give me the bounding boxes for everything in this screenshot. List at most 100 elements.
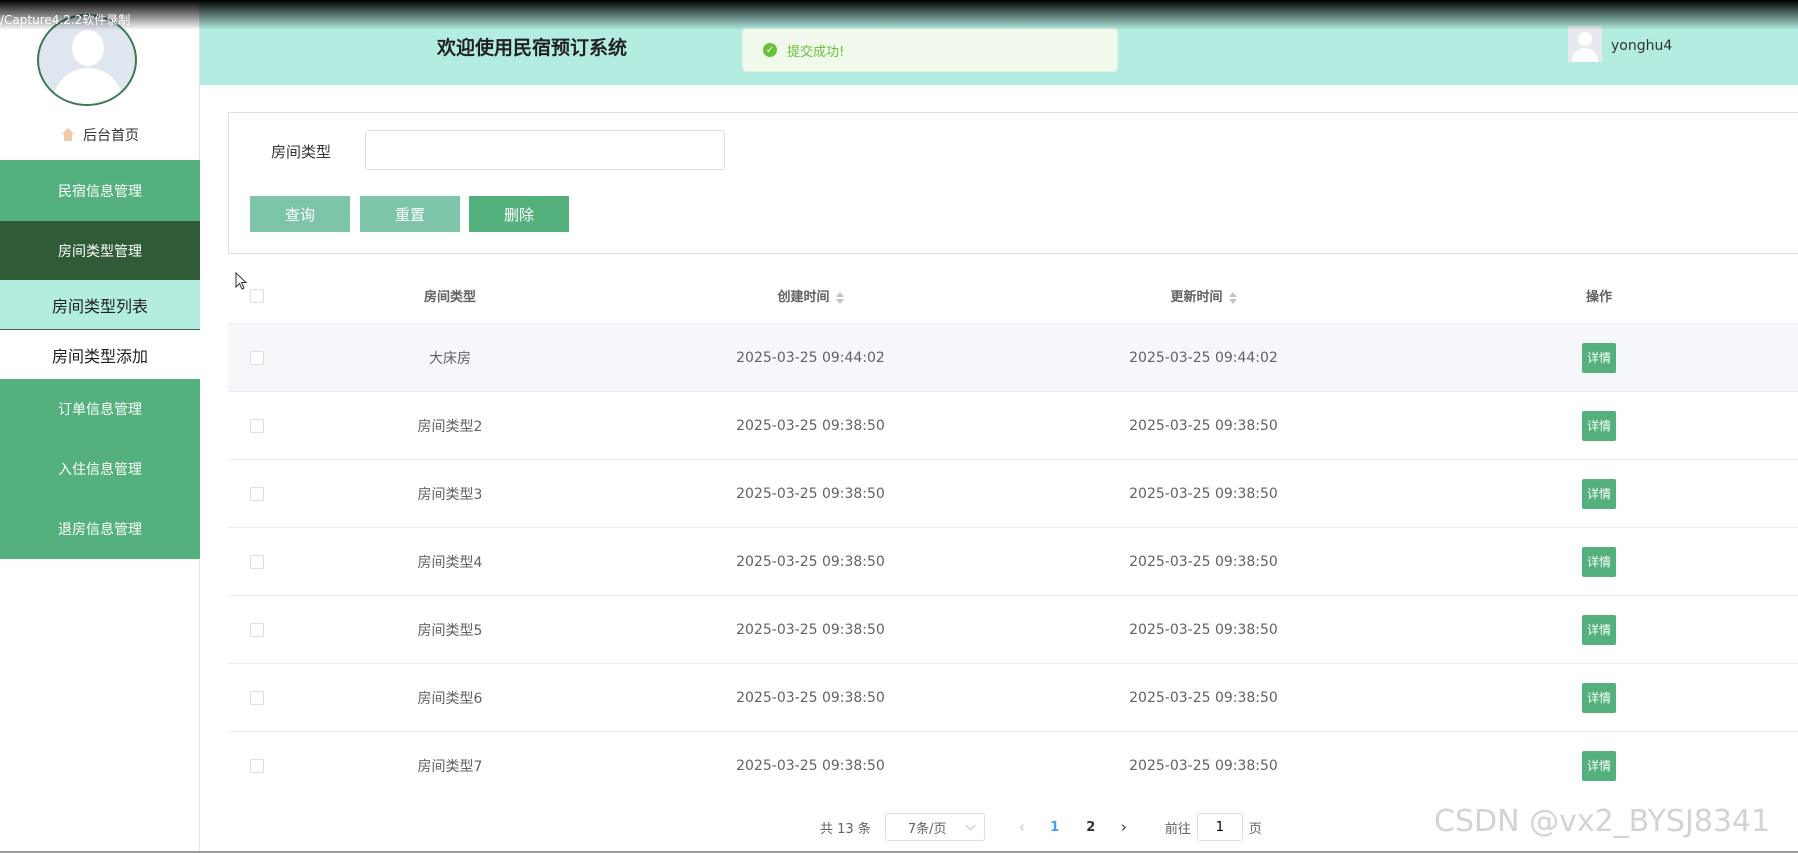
cell-created-time: 2025-03-25 09:38:50 xyxy=(736,417,885,434)
column-room-type: 房间类型 xyxy=(423,290,476,305)
menu-label: 入住信息管理 xyxy=(58,462,142,478)
row-check-cell xyxy=(228,622,286,637)
cell-actions: 详情 xyxy=(1400,410,1798,441)
menu-label: 房间类型列表 xyxy=(51,296,148,316)
avatar-head xyxy=(72,30,104,66)
menu-checkin-management[interactable]: 入住信息管理 xyxy=(0,439,200,499)
room-type-table: 房间类型 创建时间 更新时间 操作 大床房 2025-03-25 09:44:0… xyxy=(228,268,1798,799)
home-label: 后台首页 xyxy=(83,128,139,144)
row-checkbox[interactable] xyxy=(250,622,264,637)
home-link[interactable]: 后台首页 xyxy=(0,122,200,148)
cell-room-type: 房间类型4 xyxy=(417,554,483,571)
detail-button[interactable]: 详情 xyxy=(1582,478,1616,509)
check-circle-icon: ✓ xyxy=(763,43,777,57)
row-check-cell xyxy=(228,350,286,365)
column-actions: 操作 xyxy=(1585,290,1612,305)
row-checkbox[interactable] xyxy=(250,690,264,705)
cell-actions: 详情 xyxy=(1400,750,1798,781)
sort-icon[interactable] xyxy=(835,291,844,304)
user-avatar-body xyxy=(1572,48,1598,62)
page-size-value: 7条/页 xyxy=(907,821,947,837)
search-label: 房间类型 xyxy=(271,143,332,161)
cell-updated-time: 2025-03-25 09:38:50 xyxy=(1129,553,1278,570)
row-checkbox[interactable] xyxy=(250,418,264,433)
row-checkbox[interactable] xyxy=(250,350,264,365)
cell-created-time: 2025-03-25 09:38:50 xyxy=(736,621,885,638)
cell-room-type: 房间类型6 xyxy=(417,690,483,707)
menu-label: 房间类型添加 xyxy=(51,346,148,366)
cell-created-time: 2025-03-25 09:38:50 xyxy=(736,757,885,774)
delete-button[interactable]: 删除 xyxy=(469,196,569,232)
table-row: 房间类型5 2025-03-25 09:38:50 2025-03-25 09:… xyxy=(228,595,1798,663)
menu-label: 房间类型管理 xyxy=(58,243,142,260)
row-checkbox[interactable] xyxy=(250,486,264,501)
table-row: 房间类型7 2025-03-25 09:38:50 2025-03-25 09:… xyxy=(228,731,1798,799)
row-check-cell xyxy=(228,418,286,433)
page-number[interactable]: 1 xyxy=(1037,820,1073,835)
cell-room-type: 大床房 xyxy=(429,350,471,367)
page-size-select[interactable]: 7条/页 xyxy=(884,813,985,841)
detail-button[interactable]: 详情 xyxy=(1582,410,1616,441)
cell-updated-time: 2025-03-25 09:44:02 xyxy=(1129,349,1278,366)
menu-order-management[interactable]: 订单信息管理 xyxy=(0,379,200,439)
page-number[interactable]: 2 xyxy=(1073,820,1109,835)
column-created-time[interactable]: 创建时间 xyxy=(614,286,1007,305)
cell-actions: 详情 xyxy=(1400,546,1798,577)
row-check-cell xyxy=(228,486,286,501)
next-page-button[interactable]: › xyxy=(1109,818,1139,836)
cell-actions: 详情 xyxy=(1400,682,1798,713)
submenu-room-type-list[interactable]: 房间类型列表 xyxy=(0,280,200,330)
detail-button[interactable]: 详情 xyxy=(1582,682,1616,713)
menu-checkout-management[interactable]: 退房信息管理 xyxy=(0,499,200,559)
cell-room-type: 房间类型3 xyxy=(417,486,483,503)
menu-label: 订单信息管理 xyxy=(58,402,142,418)
submenu-room-type-add[interactable]: 房间类型添加 xyxy=(0,330,200,379)
row-check-cell xyxy=(228,690,286,705)
sidebar: 后台首页 民宿信息管理 房间类型管理 房间类型列表 房间类型添加 订单信息管理 … xyxy=(0,0,200,853)
username[interactable]: yonghu4 xyxy=(1611,38,1672,54)
goto-page: 前往 页 xyxy=(1165,813,1262,841)
row-checkbox[interactable] xyxy=(250,554,264,569)
sort-icon[interactable] xyxy=(1228,291,1237,304)
pagination: 共 13 条 7条/页 ‹ 1 2 › 前往 页 xyxy=(820,812,1262,842)
cell-updated-time: 2025-03-25 09:38:50 xyxy=(1129,485,1278,502)
table-row: 房间类型4 2025-03-25 09:38:50 2025-03-25 09:… xyxy=(228,527,1798,595)
search-panel: 房间类型 查询 重置 删除 xyxy=(228,112,1798,254)
cell-updated-time: 2025-03-25 09:38:50 xyxy=(1129,757,1278,774)
app-root: 后台首页 民宿信息管理 房间类型管理 房间类型列表 房间类型添加 订单信息管理 … xyxy=(0,0,1798,853)
select-all-checkbox[interactable] xyxy=(250,288,264,303)
user-avatar[interactable] xyxy=(1568,26,1602,62)
detail-button[interactable]: 详情 xyxy=(1582,750,1616,781)
cell-updated-time: 2025-03-25 09:38:50 xyxy=(1129,689,1278,706)
avatar-body xyxy=(53,68,123,104)
room-type-search-input[interactable] xyxy=(365,130,725,170)
success-toast: ✓ 提交成功! xyxy=(742,28,1118,72)
column-label: 更新时间 xyxy=(1170,290,1223,305)
prev-page-button[interactable]: ‹ xyxy=(1007,818,1037,836)
cell-room-type: 房间类型7 xyxy=(417,758,483,775)
total-count: 共 13 条 xyxy=(820,821,871,837)
cell-created-time: 2025-03-25 09:38:50 xyxy=(736,485,885,502)
table-row: 房间类型2 2025-03-25 09:38:50 2025-03-25 09:… xyxy=(228,391,1798,459)
goto-page-input[interactable] xyxy=(1196,813,1243,841)
detail-button[interactable]: 详情 xyxy=(1582,342,1616,373)
detail-button[interactable]: 详情 xyxy=(1582,614,1616,645)
detail-button[interactable]: 详情 xyxy=(1582,546,1616,577)
menu-label: 民宿信息管理 xyxy=(58,183,142,200)
reset-button[interactable]: 重置 xyxy=(360,196,460,232)
cell-actions: 详情 xyxy=(1400,342,1798,373)
row-checkbox[interactable] xyxy=(250,758,264,773)
recorder-overlay xyxy=(0,0,1798,30)
column-updated-time[interactable]: 更新时间 xyxy=(1007,286,1400,305)
menu-homestay-management[interactable]: 民宿信息管理 xyxy=(0,160,200,221)
chevron-down-icon xyxy=(965,820,976,830)
cell-actions: 详情 xyxy=(1400,614,1798,645)
cell-actions: 详情 xyxy=(1400,478,1798,509)
row-check-cell xyxy=(228,758,286,773)
menu-room-type-management[interactable]: 房间类型管理 xyxy=(0,221,200,280)
cell-created-time: 2025-03-25 09:38:50 xyxy=(736,689,885,706)
menu-label: 退房信息管理 xyxy=(58,522,142,538)
table-row: 房间类型3 2025-03-25 09:38:50 2025-03-25 09:… xyxy=(228,459,1798,527)
query-button[interactable]: 查询 xyxy=(250,196,350,232)
recorder-label: /Capture4.2.2软件录制 xyxy=(0,13,131,27)
